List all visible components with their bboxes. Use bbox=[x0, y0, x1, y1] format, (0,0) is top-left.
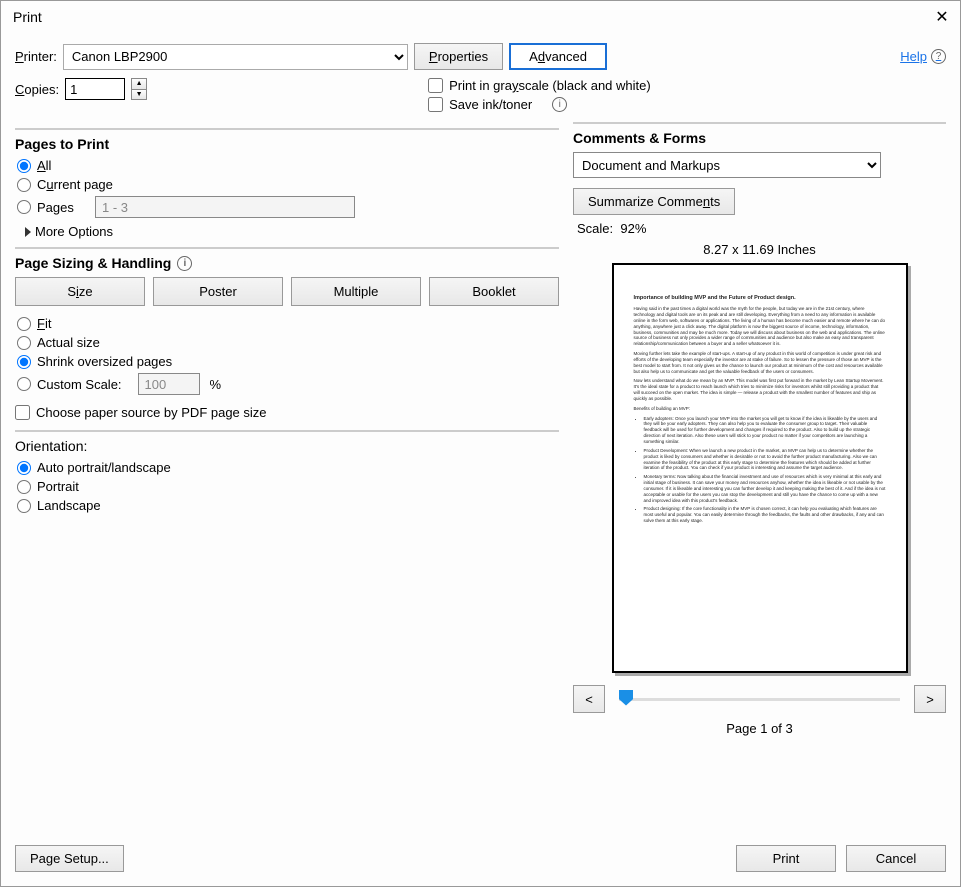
custom-scale-label: Custom Scale: bbox=[37, 377, 122, 392]
orientation-auto-radio[interactable] bbox=[17, 461, 31, 475]
print-button[interactable]: Print bbox=[736, 845, 836, 872]
percent-label: % bbox=[210, 377, 222, 392]
pages-range-input[interactable] bbox=[95, 196, 355, 218]
help-link[interactable]: Help ? bbox=[900, 49, 946, 64]
grayscale-label: Print in grayscale (black and white) bbox=[449, 78, 651, 93]
pages-current-label: Current page bbox=[37, 177, 113, 192]
page-setup-button[interactable]: Page Setup... bbox=[15, 845, 124, 872]
preview-slider[interactable] bbox=[619, 698, 900, 701]
copies-label: Copies: bbox=[15, 82, 59, 97]
pages-range-radio[interactable] bbox=[17, 200, 31, 214]
info-icon[interactable]: i bbox=[177, 256, 192, 271]
orientation-landscape-label: Landscape bbox=[37, 498, 101, 513]
choose-paper-checkbox[interactable] bbox=[15, 405, 30, 420]
preview-scale: Scale: 92% bbox=[577, 221, 646, 236]
actual-size-label: Actual size bbox=[37, 335, 100, 350]
more-options-label: More Options bbox=[35, 224, 113, 239]
pages-current-radio[interactable] bbox=[17, 178, 31, 192]
page-preview: Importance of building MVP and the Futur… bbox=[612, 263, 908, 673]
pages-to-print-title: Pages to Print bbox=[15, 136, 559, 152]
preview-dimensions: 8.27 x 11.69 Inches bbox=[703, 242, 816, 257]
size-button[interactable]: Size bbox=[15, 277, 145, 306]
multiple-button[interactable]: Multiple bbox=[291, 277, 421, 306]
help-icon: ? bbox=[931, 49, 946, 64]
sizing-title: Page Sizing & Handling i bbox=[15, 255, 559, 271]
properties-button[interactable]: Properties bbox=[414, 43, 503, 70]
preview-next-button[interactable]: > bbox=[914, 685, 946, 713]
page-indicator: Page 1 of 3 bbox=[726, 721, 793, 736]
spinner-up-icon[interactable]: ▲ bbox=[132, 79, 146, 90]
summarize-comments-button[interactable]: Summarize Comments bbox=[573, 188, 735, 215]
fit-label: Fit bbox=[37, 316, 51, 331]
copies-input[interactable] bbox=[65, 78, 125, 100]
grayscale-checkbox[interactable] bbox=[428, 78, 443, 93]
choose-paper-label: Choose paper source by PDF page size bbox=[36, 405, 267, 420]
orientation-title: Orientation: bbox=[15, 438, 559, 454]
advanced-button[interactable]: Advanced bbox=[509, 43, 607, 70]
chevron-right-icon bbox=[25, 227, 31, 237]
actual-size-radio[interactable] bbox=[17, 336, 31, 350]
pages-range-label: Pages bbox=[37, 200, 89, 215]
orientation-auto-label: Auto portrait/landscape bbox=[37, 460, 171, 475]
printer-select[interactable]: Canon LBP2900 bbox=[63, 44, 408, 70]
shrink-radio[interactable] bbox=[17, 355, 31, 369]
pages-all-label: All bbox=[37, 158, 51, 173]
spinner-down-icon[interactable]: ▼ bbox=[132, 90, 146, 100]
comments-dropdown[interactable]: Document and Markups bbox=[573, 152, 881, 178]
comments-title: Comments & Forms bbox=[573, 122, 946, 146]
info-icon[interactable]: i bbox=[552, 97, 567, 112]
fit-radio[interactable] bbox=[17, 317, 31, 331]
window-title: Print bbox=[13, 9, 42, 25]
custom-scale-input[interactable] bbox=[138, 373, 200, 395]
printer-label: Printer: bbox=[15, 49, 57, 64]
orientation-portrait-radio[interactable] bbox=[17, 480, 31, 494]
booklet-button[interactable]: Booklet bbox=[429, 277, 559, 306]
more-options-toggle[interactable]: More Options bbox=[25, 224, 559, 239]
poster-button[interactable]: Poster bbox=[153, 277, 283, 306]
save-ink-checkbox[interactable] bbox=[428, 97, 443, 112]
orientation-landscape-radio[interactable] bbox=[17, 499, 31, 513]
custom-scale-radio[interactable] bbox=[17, 377, 31, 391]
save-ink-label: Save ink/toner bbox=[449, 97, 532, 112]
slider-thumb[interactable] bbox=[619, 690, 633, 706]
close-icon[interactable]: ✕ bbox=[932, 7, 952, 27]
orientation-portrait-label: Portrait bbox=[37, 479, 79, 494]
cancel-button[interactable]: Cancel bbox=[846, 845, 946, 872]
copies-spinner[interactable]: ▲ ▼ bbox=[131, 78, 147, 100]
shrink-label: Shrink oversized pages bbox=[37, 354, 172, 369]
preview-prev-button[interactable]: < bbox=[573, 685, 605, 713]
pages-all-radio[interactable] bbox=[17, 159, 31, 173]
